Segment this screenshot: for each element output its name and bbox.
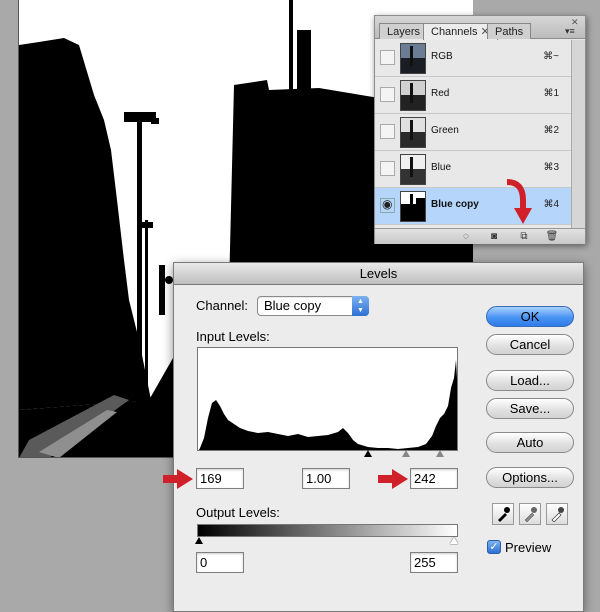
output-black-slider[interactable] (195, 537, 203, 544)
levels-dialog: Levels Channel: Blue copy ▲ ▼ Input Level… (173, 262, 584, 612)
channel-row-green[interactable]: Green ⌘2 (375, 114, 571, 151)
visibility-toggle[interactable] (380, 161, 395, 176)
eye-icon: ◉ (382, 197, 393, 211)
load-button[interactable]: Load... (486, 370, 574, 391)
load-selection-icon[interactable]: ◌ (459, 230, 473, 243)
panel-bottom-bar: ◌ ◙ ⧉ 🗑 (375, 228, 585, 244)
channel-select-value: Blue copy (264, 298, 322, 313)
channel-name: RGB (431, 51, 453, 62)
input-gamma-slider[interactable] (402, 450, 410, 457)
preview-checkbox[interactable]: ✓ (487, 540, 501, 554)
input-levels-label: Input Levels: (196, 329, 270, 344)
panel-scrollbar[interactable] (571, 40, 585, 228)
tab-paths-label: Paths (495, 26, 524, 38)
channel-row-rgb[interactable]: RGB ⌘~ (375, 40, 571, 77)
channel-thumbnail (400, 154, 426, 185)
channel-name: Green (431, 125, 459, 136)
channel-shortcut: ⌘~ (543, 51, 559, 62)
input-black-slider[interactable] (364, 450, 372, 457)
input-white-slider[interactable] (436, 450, 444, 457)
input-white-field[interactable]: 242 (410, 468, 458, 489)
channel-name: Red (431, 88, 450, 99)
channel-shortcut: ⌘3 (543, 162, 559, 173)
channels-panel: ✕ Layers Channels ✕ Paths ▾≡ RGB ⌘~ Red ⌘… (374, 15, 586, 244)
channel-name: Blue (431, 162, 452, 173)
tab-layers-label: Layers (387, 26, 421, 38)
annotation-arrow-new-channel (506, 179, 532, 224)
cancel-button[interactable]: Cancel (486, 334, 574, 355)
visibility-toggle[interactable]: ◉ (380, 197, 395, 213)
ok-button[interactable]: OK (486, 306, 574, 327)
save-selection-icon[interactable]: ◙ (487, 230, 501, 243)
tab-channels-label: Channels (431, 26, 478, 38)
tab-paths[interactable]: Paths (487, 23, 532, 39)
channel-shortcut: ⌘2 (543, 125, 559, 136)
visibility-toggle[interactable] (380, 50, 395, 65)
channel-shortcut: ⌘1 (543, 88, 559, 99)
channel-row-blue-copy[interactable]: ◉ Blue copy ⌘4 (375, 188, 571, 225)
black-eyedropper-icon[interactable] (492, 503, 514, 525)
channel-thumbnail (400, 117, 426, 148)
channel-thumbnail (400, 80, 426, 111)
input-black-field[interactable]: 169 (196, 468, 244, 489)
visibility-toggle[interactable] (380, 87, 395, 102)
channel-row-red[interactable]: Red ⌘1 (375, 77, 571, 114)
annotation-arrow-black-input (163, 469, 193, 489)
delete-channel-icon[interactable]: 🗑 (545, 230, 559, 243)
tab-layers[interactable]: Layers (379, 23, 429, 39)
white-eyedropper-icon[interactable] (546, 503, 568, 525)
output-black-field[interactable]: 0 (196, 552, 244, 573)
visibility-toggle[interactable] (380, 124, 395, 139)
auto-button[interactable]: Auto (486, 432, 574, 453)
annotation-arrow-white-input (378, 469, 408, 489)
channel-name: Blue copy (431, 199, 479, 210)
panel-tab-bar: ✕ Layers Channels ✕ Paths ▾≡ (375, 16, 585, 40)
output-gradient-ramp (197, 524, 458, 537)
channel-select[interactable]: Blue copy ▲ ▼ (257, 296, 369, 316)
dialog-title: Levels (174, 263, 583, 285)
histogram-graph (199, 360, 457, 450)
output-white-field[interactable]: 255 (410, 552, 458, 573)
channel-shortcut: ⌘4 (543, 199, 559, 210)
panel-menu-icon[interactable]: ▾≡ (565, 26, 575, 37)
histogram (197, 347, 458, 451)
channel-thumbnail (400, 191, 426, 222)
preview-label: Preview (505, 540, 552, 555)
output-levels-label: Output Levels: (196, 505, 280, 520)
channel-thumbnail (400, 43, 426, 74)
input-gamma-field[interactable]: 1.00 (302, 468, 350, 489)
gray-eyedropper-icon[interactable] (519, 503, 541, 525)
options-button[interactable]: Options... (486, 467, 574, 488)
select-arrows-icon: ▲ ▼ (352, 296, 369, 316)
save-button[interactable]: Save... (486, 398, 574, 419)
channel-row-blue[interactable]: Blue ⌘3 (375, 151, 571, 188)
output-white-slider[interactable] (450, 537, 458, 544)
channel-label: Channel: (196, 298, 249, 313)
